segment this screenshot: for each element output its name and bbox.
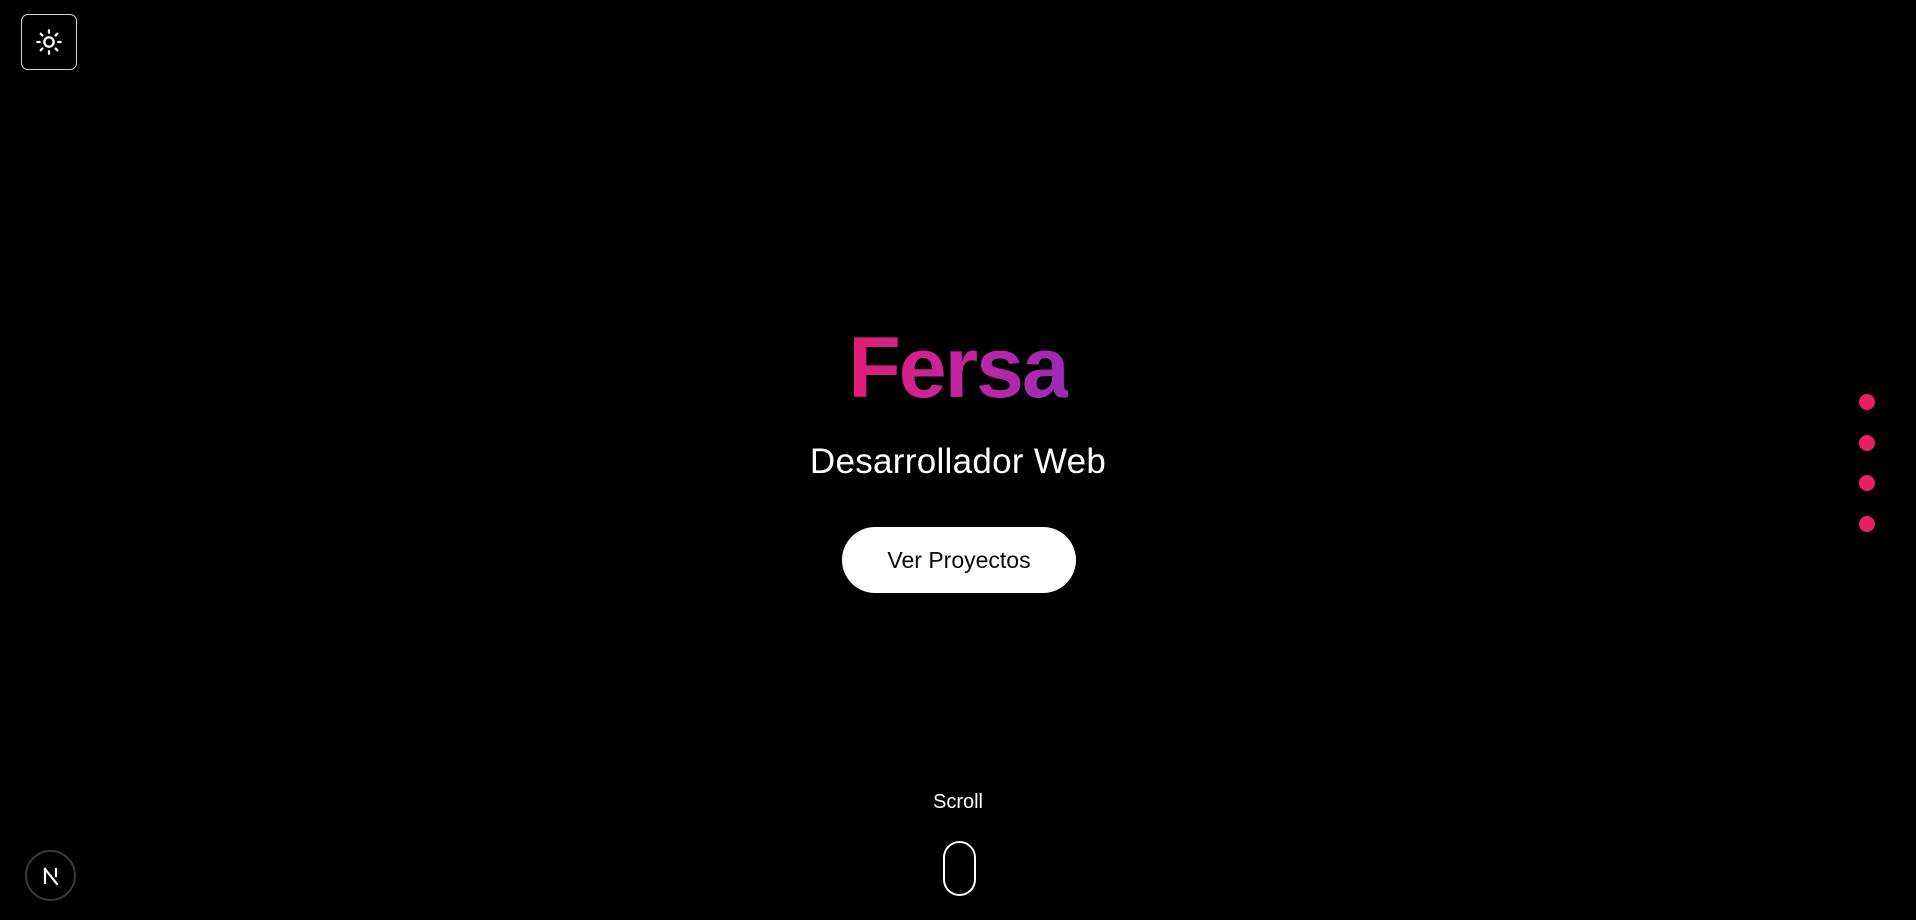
page: Fersa Desarrollador Web Ver Proyectos Sc… bbox=[0, 0, 1916, 920]
hero-subtitle: Desarrollador Web bbox=[809, 442, 1107, 481]
nextjs-icon bbox=[42, 866, 59, 886]
theme-toggle-button[interactable] bbox=[21, 14, 77, 70]
section-dot-4[interactable] bbox=[1859, 515, 1875, 532]
nextjs-badge[interactable] bbox=[25, 850, 76, 901]
section-dot-nav bbox=[1858, 394, 1876, 532]
hero-title: Fersa bbox=[0, 318, 1916, 418]
hero-title-text: Fersa bbox=[848, 320, 1069, 416]
section-dot-2[interactable] bbox=[1859, 434, 1875, 451]
section-dot-3[interactable] bbox=[1859, 475, 1875, 492]
hero-section: Fersa Desarrollador Web Ver Proyectos bbox=[0, 0, 1916, 920]
scroll-label: Scroll bbox=[932, 791, 983, 813]
section-dot-1[interactable] bbox=[1859, 394, 1875, 410]
mouse-icon[interactable] bbox=[943, 841, 976, 896]
sun-icon bbox=[36, 29, 62, 55]
view-projects-button[interactable]: Ver Proyectos bbox=[842, 527, 1076, 593]
